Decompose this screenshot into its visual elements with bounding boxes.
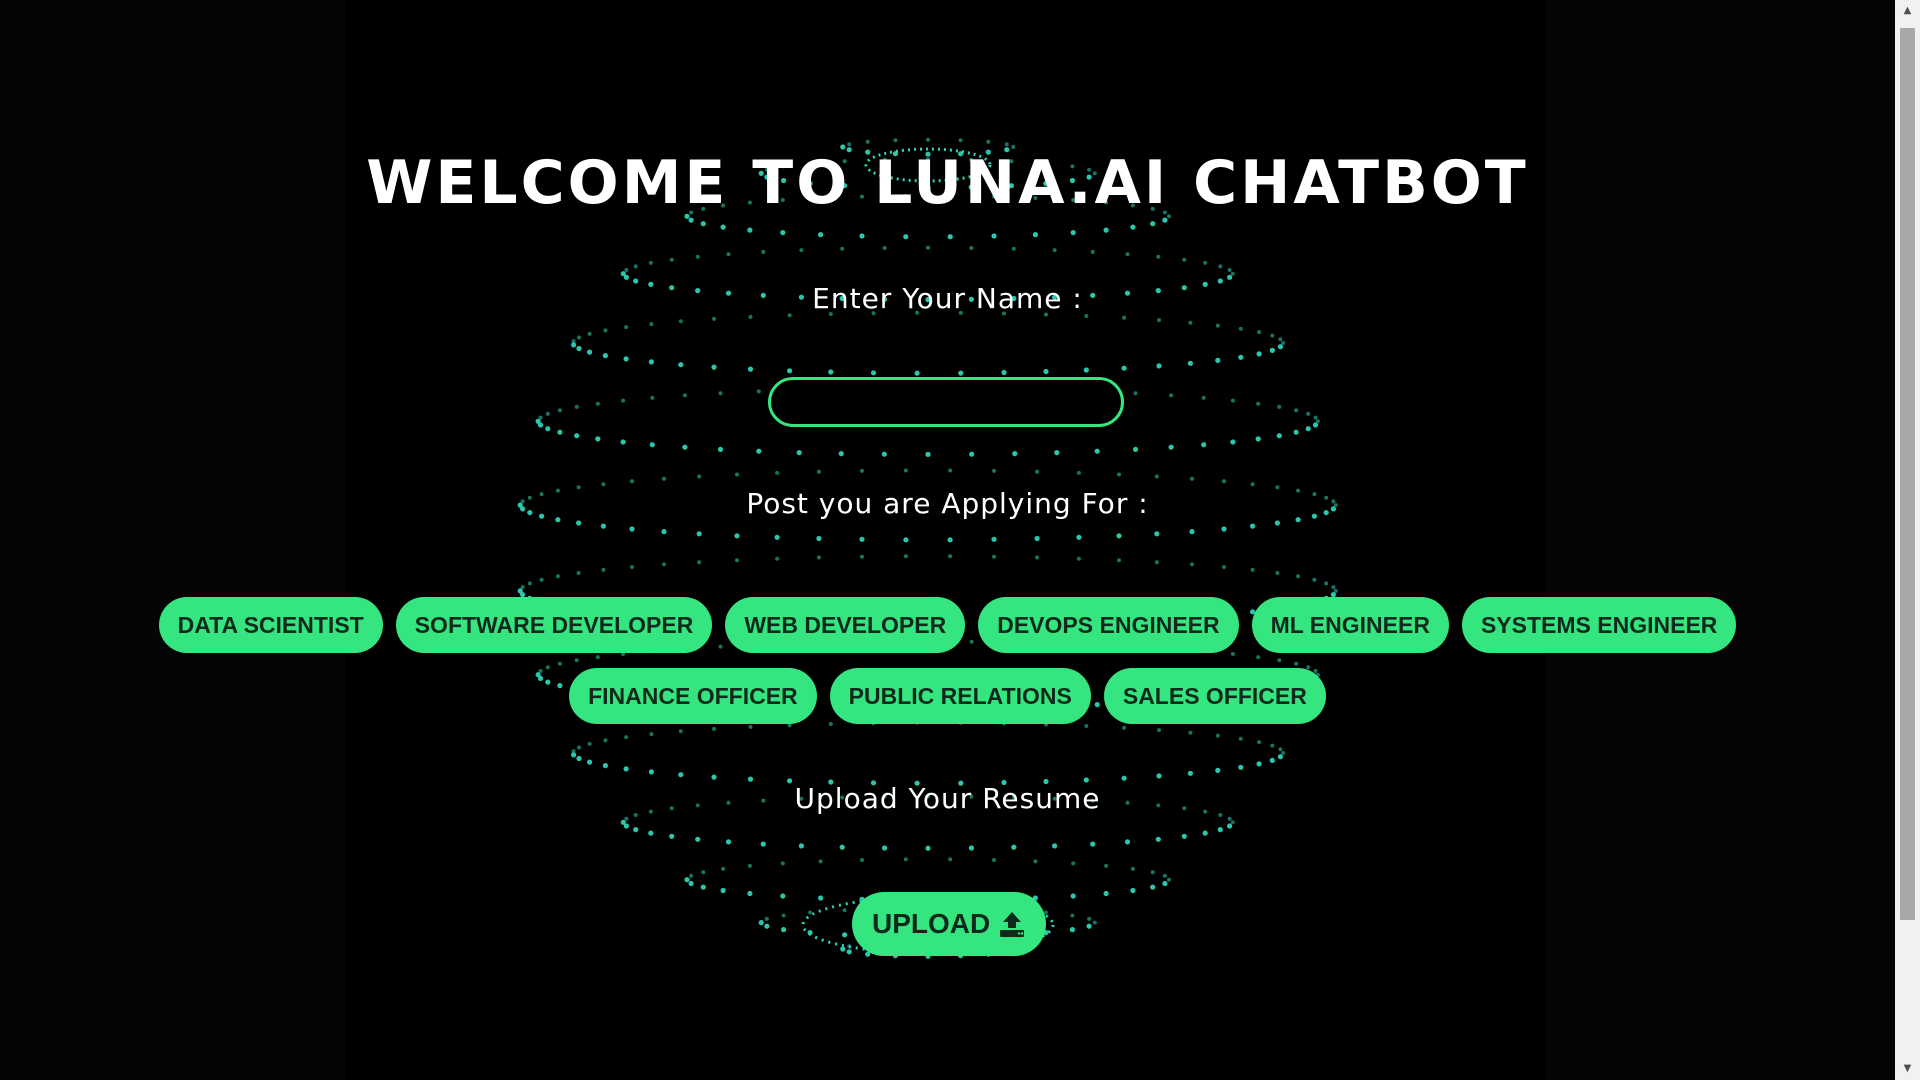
resume-label: Upload Your Resume xyxy=(794,782,1101,815)
post-label: Post you are Applying For : xyxy=(746,487,1149,520)
vertical-scrollbar[interactable]: ▲ ▼ xyxy=(1895,0,1920,1080)
post-option-button[interactable]: DEVOPS ENGINEER xyxy=(978,597,1239,653)
upload-button[interactable]: UPLOAD xyxy=(852,892,1047,956)
name-label: Enter Your Name : xyxy=(812,282,1083,315)
post-option-button[interactable]: SYSTEMS ENGINEER xyxy=(1461,597,1737,653)
page-viewport: WELCOME TO LUNA.AI CHATBOT Enter Your Na… xyxy=(0,0,1895,1080)
post-option-button[interactable]: ML ENGINEER xyxy=(1251,597,1449,653)
scroll-down-arrow-icon[interactable]: ▼ xyxy=(1895,1060,1920,1078)
post-option-button[interactable]: WEB DEVELOPER xyxy=(725,597,966,653)
upload-icon xyxy=(998,910,1026,938)
scrollbar-thumb[interactable] xyxy=(1900,28,1915,920)
post-option-button[interactable]: SALES OFFICER xyxy=(1103,668,1326,724)
main-content: WELCOME TO LUNA.AI CHATBOT Enter Your Na… xyxy=(0,0,1895,1080)
post-option-button[interactable]: SOFTWARE DEVELOPER xyxy=(395,597,713,653)
post-option-button[interactable]: DATA SCIENTIST xyxy=(158,597,383,653)
post-option-button[interactable]: FINANCE OFFICER xyxy=(569,668,817,724)
upload-button-label: UPLOAD xyxy=(872,908,991,939)
scroll-up-arrow-icon[interactable]: ▲ xyxy=(1895,2,1920,20)
post-options: DATA SCIENTIST SOFTWARE DEVELOPER WEB DEVE… xyxy=(50,597,1845,724)
name-input[interactable] xyxy=(768,377,1124,427)
post-option-button[interactable]: PUBLIC RELATIONS xyxy=(829,668,1091,724)
page-title: WELCOME TO LUNA.AI CHATBOT xyxy=(366,148,1529,218)
